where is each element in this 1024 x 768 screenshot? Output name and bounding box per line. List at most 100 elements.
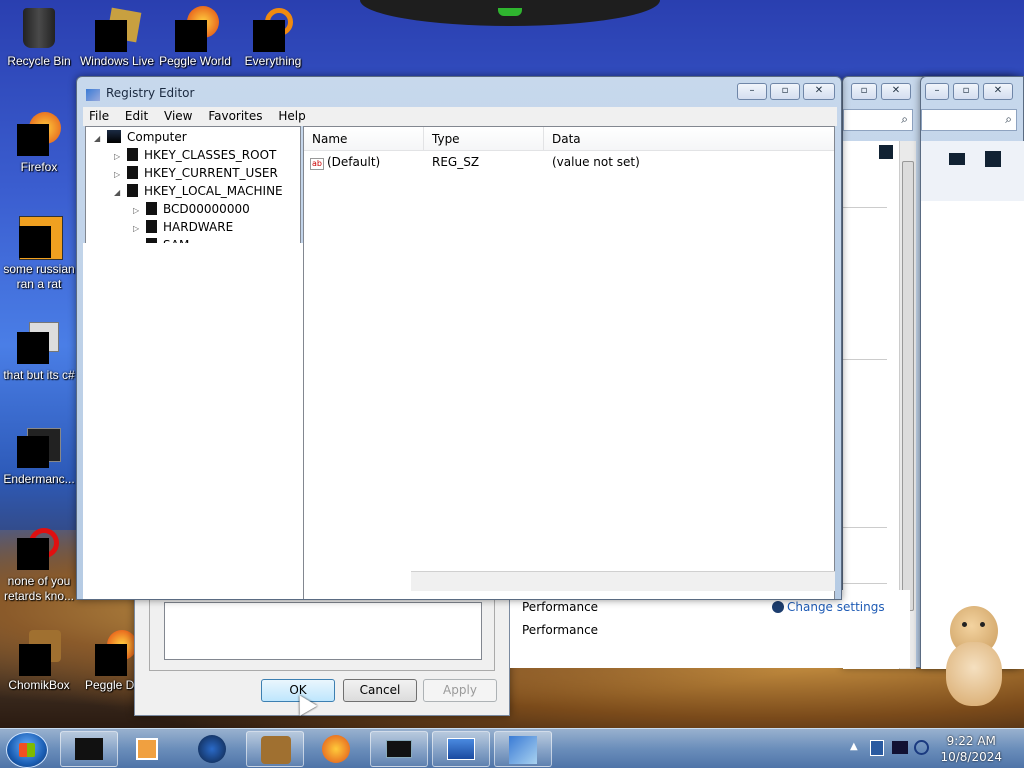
help-icon[interactable] [985, 151, 1001, 167]
desktop-icon-peggle-world[interactable]: Peggle World [154, 6, 236, 69]
tree-item-hklm[interactable]: ◢ HKEY_LOCAL_MACHINE [114, 182, 283, 200]
desktop-icon-label: that but its c# [3, 368, 75, 382]
menu-favorites[interactable]: Favorites [202, 107, 268, 123]
taskbar-item-globe[interactable] [184, 731, 242, 767]
collapse-icon[interactable]: ◢ [114, 184, 124, 202]
tree-item-bcd[interactable]: ▷ BCD00000000 [133, 200, 250, 218]
desktop-icon-endermanch[interactable]: Endermanc... [0, 424, 80, 487]
globe-icon [198, 735, 226, 763]
cancel-button[interactable]: Cancel [343, 679, 417, 702]
volume-icon[interactable] [914, 740, 929, 755]
tree-item-computer[interactable]: ◢ Computer [94, 128, 187, 146]
maximize-button[interactable]: ▫ [770, 83, 800, 100]
tree-item-hkcr[interactable]: ▷ HKEY_CLASSES_ROOT [114, 146, 276, 164]
opera-icon [17, 526, 61, 570]
properties-dialog[interactable]: OK Cancel Apply [134, 590, 510, 716]
network-icon[interactable] [870, 740, 884, 756]
tree-item-hkcu[interactable]: ▷ HKEY_CURRENT_USER [114, 164, 278, 182]
taskbar-item-regedit[interactable] [494, 731, 552, 767]
window-icon [75, 738, 103, 760]
hamster-mascot-image [940, 606, 1010, 706]
maximize-button[interactable]: ▫ [851, 83, 877, 100]
registry-editor-icon [85, 86, 101, 102]
desktop-icon-label: Everything [244, 54, 302, 68]
toolbar [921, 141, 1024, 201]
string-value-icon: ab [310, 158, 324, 170]
tree-label: HARDWARE [163, 220, 234, 234]
folder-icon [127, 166, 138, 179]
menu-edit[interactable]: Edit [119, 107, 154, 123]
value-data-cell: (value not set) [552, 155, 640, 169]
column-header-name[interactable]: Name [304, 127, 424, 151]
close-button[interactable]: ✕ [803, 83, 835, 100]
search-input[interactable]: ⌕ [843, 109, 913, 131]
view-icon[interactable] [949, 153, 965, 165]
desktop-icon-everything[interactable]: Everything [232, 6, 314, 69]
performance-panel: Performance Change settings Performance [510, 590, 910, 668]
taskbar-item-firefox[interactable] [308, 731, 366, 767]
column-header-data[interactable]: Data [544, 127, 835, 151]
window-title: Registry Editor [106, 86, 195, 100]
clock-time: 9:22 AM [946, 734, 996, 748]
tree-label: HKEY_CURRENT_USER [144, 166, 278, 180]
collapse-icon[interactable]: ◢ [94, 130, 104, 148]
taskbar-item-media[interactable] [120, 731, 178, 767]
start-button[interactable] [6, 732, 48, 768]
horizontal-scrollbar[interactable] [411, 571, 835, 591]
minimize-button[interactable]: – [925, 83, 949, 100]
desktop-icon-recycle-bin[interactable]: Recycle Bin [0, 6, 80, 69]
taskbar: ▲ 9:22 AM 10/8/2024 [0, 728, 1024, 768]
show-hidden-icons-icon[interactable]: ▲ [850, 741, 858, 752]
close-button[interactable]: ✕ [881, 83, 911, 100]
view-icon[interactable] [879, 145, 893, 159]
value-row[interactable]: ab (Default) REG_SZ (value not set) [304, 153, 834, 171]
minimize-button[interactable]: – [737, 83, 767, 100]
desktop-icon-windows-live[interactable]: Windows Live [76, 6, 158, 69]
title-bar[interactable]: Registry Editor – ▫ ✕ [77, 77, 841, 107]
change-settings-link[interactable]: Change settings [772, 600, 885, 614]
desktop-icon-that-but-csharp[interactable]: that but its c# [0, 320, 80, 383]
change-settings-text[interactable]: Change settings [787, 600, 885, 614]
taskbar-item-control-panel[interactable] [432, 731, 490, 767]
taskbar-item-window[interactable] [370, 731, 428, 767]
menu-file[interactable]: File [83, 107, 115, 123]
desktop-icon-label: Endermanc... [3, 472, 75, 486]
clock-date: 10/8/2024 [940, 750, 1002, 764]
column-header-type[interactable]: Type [424, 127, 544, 151]
menu-view[interactable]: View [158, 107, 198, 123]
values-list-pane[interactable]: Name Type Data ab (Default) REG_SZ (value… [303, 126, 835, 599]
desktop-icon-some-russian[interactable]: some russian ran a rat [0, 214, 80, 292]
monitor-icon[interactable] [892, 741, 908, 754]
search-icon: ⌕ [901, 112, 908, 126]
search-icon: ⌕ [1005, 112, 1012, 126]
everything-search-icon [251, 6, 295, 52]
tree-item-hardware[interactable]: ▷ HARDWARE [133, 218, 233, 236]
chomikbox-icon [17, 630, 61, 676]
desktop-icon-none-of-you[interactable]: none of you retards kno... [0, 526, 80, 604]
taskbar-item-explorer[interactable] [60, 731, 118, 767]
folder-icon [146, 202, 157, 215]
desktop-icon-label: ChomikBox [8, 678, 70, 692]
maximize-button[interactable]: ▫ [953, 83, 979, 100]
clock[interactable]: 9:22 AM 10/8/2024 [940, 733, 1002, 765]
desktop-icon-label: Windows Live [79, 54, 155, 68]
folder-icon [127, 184, 138, 197]
folder-icon [146, 220, 157, 233]
search-input[interactable]: ⌕ [921, 109, 1017, 131]
shield-icon [772, 601, 784, 613]
menu-help[interactable]: Help [272, 107, 311, 123]
apply-button[interactable]: Apply [423, 679, 497, 702]
tree-label: Computer [127, 130, 187, 144]
folder-stack-icon [17, 320, 61, 364]
desktop-icon-firefox[interactable]: Firefox [0, 112, 80, 175]
firefox-icon [322, 735, 350, 763]
taskbar-item-chomikbox[interactable] [246, 731, 304, 767]
firefox-icon [17, 112, 61, 156]
close-button[interactable]: ✕ [983, 83, 1013, 100]
registry-editor-icon [509, 736, 537, 764]
desktop-icon-chomikbox[interactable]: ChomikBox [0, 630, 80, 693]
media-player-icon [136, 738, 158, 760]
background-window-2[interactable]: – ▫ ✕ ⌕ [920, 76, 1024, 669]
folder-icon [127, 148, 138, 161]
registry-editor-window[interactable]: Registry Editor – ▫ ✕ File Edit View Fav… [76, 76, 842, 600]
